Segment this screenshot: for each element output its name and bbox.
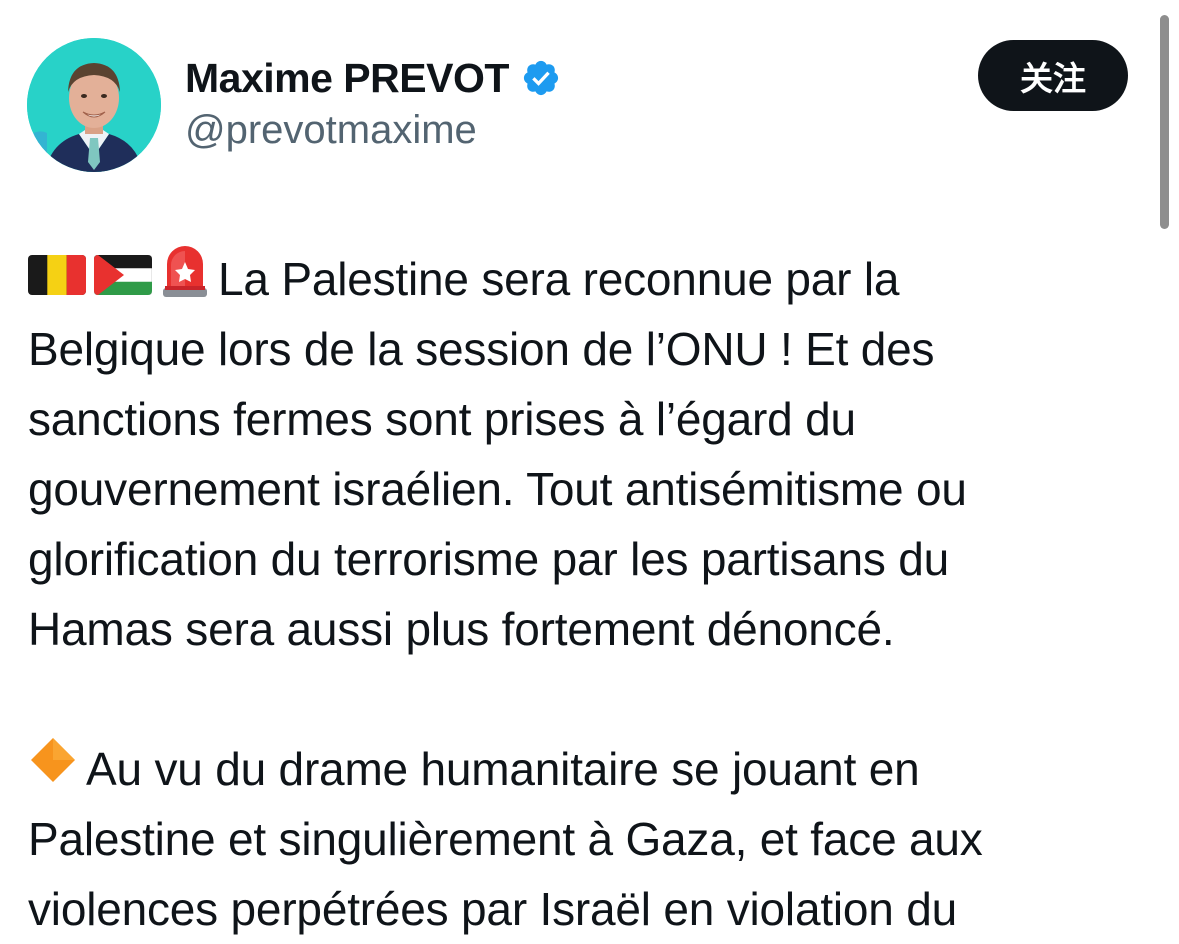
tweet-line: Hamas sera aussi plus fortement dénoncé. — [28, 603, 895, 655]
author-display-name[interactable]: Maxime PREVOT — [185, 55, 509, 102]
tweet-line: violences perpétrées par Israël en viola… — [28, 883, 958, 935]
police-light-icon — [160, 240, 210, 317]
belgium-flag-icon — [28, 244, 86, 314]
follow-button[interactable]: 关注 — [978, 40, 1128, 111]
verified-badge-icon — [521, 58, 561, 98]
tweet-line: La Palestine sera reconnue par la — [28, 244, 1138, 314]
tweet: Maxime PREVOT @prevotmaxime 关注 La Palest… — [0, 0, 1179, 935]
scrollbar[interactable] — [1160, 15, 1169, 229]
tweet-line: gouvernement israélien. Tout antisémitis… — [28, 463, 967, 515]
author-name-row[interactable]: Maxime PREVOT — [185, 52, 561, 104]
tweet-line: glorification du terrorisme par les part… — [28, 533, 950, 585]
palestine-flag-icon — [93, 244, 153, 314]
tweet-line: sanctions fermes sont prises à l’égard d… — [28, 393, 856, 445]
tweet-line: Palestine et singulièrement à Gaza, et f… — [28, 813, 983, 865]
avatar[interactable] — [27, 38, 161, 172]
author-handle[interactable]: @prevotmaxime — [185, 108, 477, 153]
tweet-line: Au vu du drame humanitaire se jouant en — [28, 734, 1138, 804]
tweet-text: La Palestine sera reconnue par la Belgiq… — [28, 244, 1138, 944]
profile-photo — [27, 38, 161, 172]
tweet-line: Belgique lors de la session de l’ONU ! E… — [28, 323, 935, 375]
orange-diamond-icon — [28, 734, 78, 804]
